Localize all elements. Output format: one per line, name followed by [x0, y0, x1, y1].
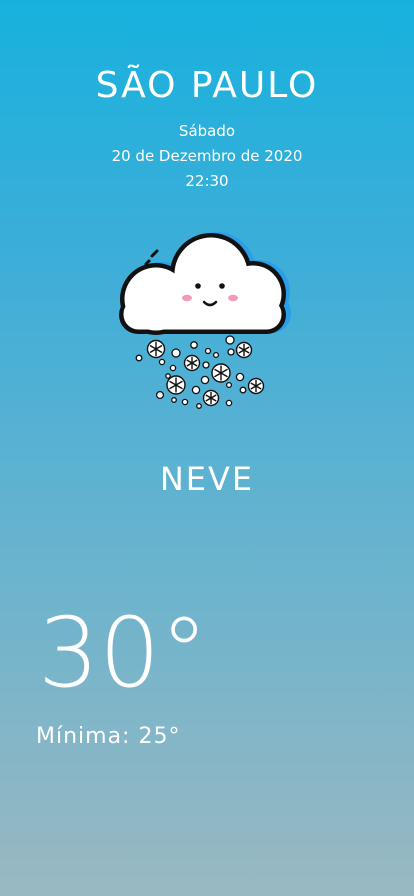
snow-cloud-icon	[119, 232, 291, 409]
time: 22:30	[185, 172, 229, 190]
weather-condition: NEVE	[159, 460, 255, 498]
current-temperature: 30°	[38, 597, 209, 709]
weekday: Sábado	[178, 122, 236, 140]
city-name: SÃO PAULO	[95, 65, 319, 106]
minimum-temperature: Mínima: 25°	[36, 724, 181, 749]
date-time-info: Sábado 20 de Dezembro de 2020 22:30	[0, 119, 414, 194]
date: 20 de Dezembro de 2020	[111, 147, 303, 165]
